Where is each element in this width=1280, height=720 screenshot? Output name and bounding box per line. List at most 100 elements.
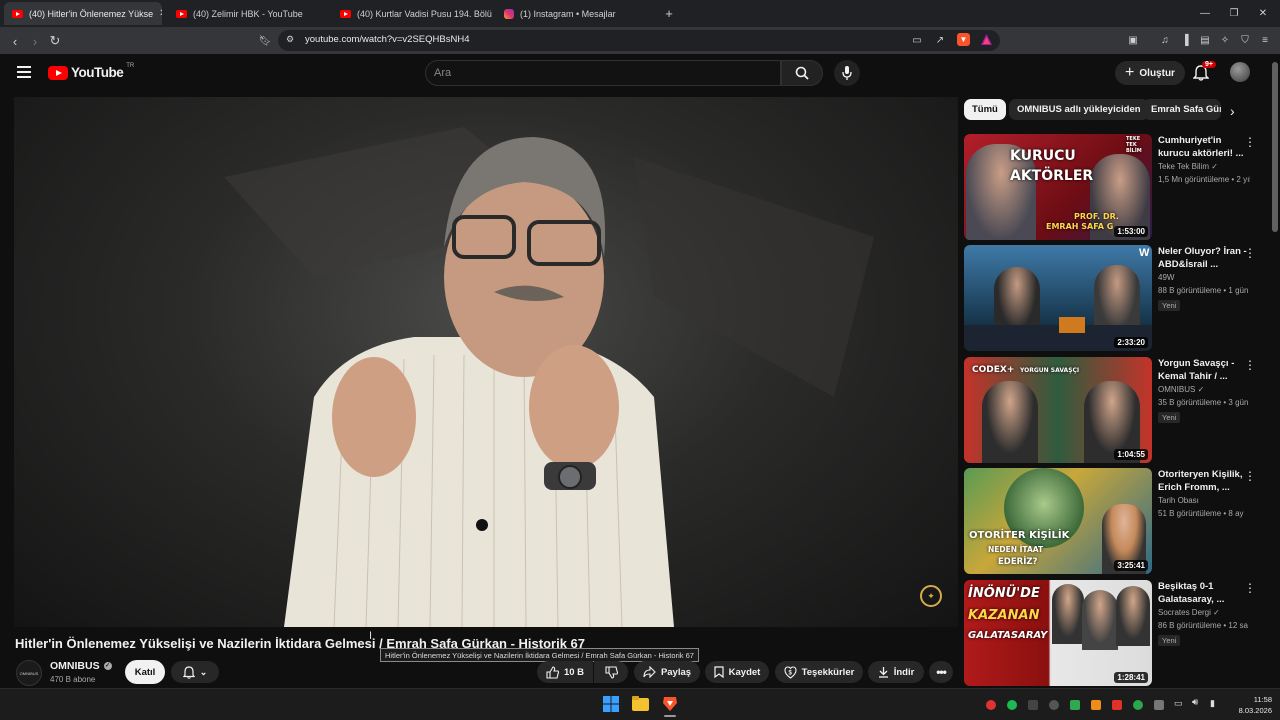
sidebar-toggle-icon[interactable]: ▣ (1126, 33, 1140, 47)
cast-icon[interactable]: ▭ (910, 33, 924, 47)
brave-rewards-icon[interactable] (980, 33, 993, 46)
brave-browser-icon[interactable] (662, 695, 678, 712)
thumbnail-text: CODEX+ (972, 365, 1015, 375)
reading-list-icon[interactable]: ▐ (1178, 33, 1192, 47)
download-button[interactable]: İndir (868, 661, 924, 683)
leo-ai-icon[interactable]: ✧ (1218, 33, 1232, 47)
reload-icon[interactable]: ↻ (46, 32, 64, 50)
tray-app-icon[interactable] (1049, 700, 1059, 710)
tab-hitler-video[interactable]: (40) Hitler'in Önlenemez Yükse ✕ (4, 2, 162, 25)
search-input[interactable] (425, 60, 781, 86)
more-vertical-icon[interactable]: ⋮ (1244, 247, 1256, 261)
more-vertical-icon[interactable]: ⋮ (1244, 359, 1256, 373)
recommendation-title[interactable]: Neler Oluyor? İran - ABD&İsrail ... (1158, 245, 1248, 271)
video-thumbnail[interactable]: W 2:33:20 (964, 245, 1152, 351)
channel-name-link[interactable]: OMNIBUS ✓ (50, 660, 112, 672)
tab-instagram[interactable]: (1) Instagram • Mesajlar (496, 2, 656, 25)
wallet-icon[interactable]: ▤ (1198, 33, 1212, 47)
page-scrollbar[interactable] (1272, 62, 1278, 232)
recommendation-channel[interactable]: 49W (1158, 273, 1174, 282)
video-thumbnail[interactable]: OTORİTER KİŞİLİK NEDEN İTAAT EDERİZ? 3:2… (964, 468, 1152, 574)
like-button[interactable]: 10 B (537, 661, 593, 683)
file-explorer-icon[interactable] (632, 696, 649, 711)
join-button[interactable]: Katıl (125, 660, 165, 684)
media-icon[interactable]: ♫ (1158, 33, 1172, 47)
video-thumbnail[interactable]: İNÖNÜ'DE KAZANAN GALATASARAY 1:28:41 (964, 580, 1152, 686)
menu-icon[interactable]: ≡ (1258, 33, 1272, 47)
forward-icon[interactable]: › (26, 32, 44, 50)
system-clock[interactable]: 11:58 8.03.2026 (1232, 694, 1272, 716)
recommendation-item[interactable]: CODEX+ YORGUN SAVAŞÇI 1:04:55 Yorgun Sav… (964, 357, 1264, 463)
thumbnail-text: OTORİTER KİŞİLİK (969, 530, 1070, 541)
more-vertical-icon[interactable]: ⋮ (1244, 136, 1256, 150)
search-button[interactable] (781, 60, 823, 86)
thanks-button[interactable]: $ Teşekkürler (775, 661, 863, 683)
bookmark-icon[interactable]: 🔖︎ (256, 32, 274, 50)
restore-icon[interactable]: ❐ (1224, 4, 1244, 22)
more-actions-button[interactable]: ••• (929, 661, 953, 683)
region-code: TR (126, 63, 135, 69)
battery-icon[interactable]: ▮ (1210, 698, 1215, 709)
hamburger-menu-icon[interactable] (17, 66, 31, 78)
recommendation-item[interactable]: W 2:33:20 Neler Oluyor? İran - ABD&İsrai… (964, 245, 1264, 351)
tray-app-icon[interactable] (1133, 700, 1143, 710)
tray-app-icon[interactable] (1091, 700, 1101, 710)
recommendation-item[interactable]: İNÖNÜ'DE KAZANAN GALATASARAY 1:28:41 Beş… (964, 580, 1264, 686)
new-tab-button[interactable]: + (659, 4, 679, 22)
chips-next-icon[interactable]: › (1230, 103, 1235, 119)
video-thumbnail[interactable]: CODEX+ YORGUN SAVAŞÇI 1:04:55 (964, 357, 1152, 463)
chip-emrah-safa[interactable]: Emrah Safa Gür (1143, 99, 1221, 120)
thumbnail-text: AKTÖRLER (1010, 168, 1094, 184)
tray-app-icon[interactable] (1070, 700, 1080, 710)
windows-start-icon[interactable] (603, 696, 619, 712)
account-avatar[interactable] (1230, 62, 1250, 82)
tab-zelimir[interactable]: (40) Zelimir HBK - YouTube (168, 2, 328, 25)
tab-close-icon[interactable]: ✕ (159, 8, 162, 19)
share-page-icon[interactable]: ↗ (933, 33, 947, 47)
recommendation-title[interactable]: Otoriteryen Kişilik, Erich Fromm, ... (1158, 468, 1248, 494)
save-button[interactable]: Kaydet (705, 661, 769, 683)
youtube-logo[interactable]: YouTube TR (48, 63, 135, 80)
share-icon (643, 666, 656, 678)
recommendation-channel[interactable]: Socrates Dergi ✓ (1158, 608, 1220, 617)
window-close-icon[interactable]: ✕ (1253, 4, 1273, 22)
channel-avatar[interactable]: OMNIBUS (16, 660, 42, 686)
download-label: İndir (893, 666, 915, 678)
tray-app-icon[interactable] (1028, 700, 1038, 710)
tray-app-icon[interactable] (1007, 700, 1017, 710)
site-info-icon[interactable]: ⚙︎ (286, 34, 294, 45)
chip-from-uploader[interactable]: OMNIBUS adlı yükleyiciden (1009, 99, 1149, 120)
channel-name: OMNIBUS (1158, 385, 1196, 394)
more-vertical-icon[interactable]: ⋮ (1244, 582, 1256, 596)
create-button[interactable]: + Oluştur (1115, 61, 1185, 85)
recommendation-title[interactable]: Yorgun Savaşçı - Kemal Tahir / ... (1158, 357, 1248, 383)
recommendation-channel[interactable]: OMNIBUS ✓ (1158, 385, 1204, 394)
video-thumbnail[interactable]: KURUCU AKTÖRLER PROF. DR. EMRAH SAFA G T… (964, 134, 1152, 240)
share-button[interactable]: Paylaş (634, 661, 700, 683)
tray-app-icon[interactable] (1154, 700, 1164, 710)
channel-watermark-icon[interactable]: ✦ (920, 585, 942, 607)
minimize-icon[interactable]: — (1195, 4, 1215, 22)
recommendation-title[interactable]: Beşiktaş 0-1 Galatasaray, ... (1158, 580, 1248, 606)
chip-all[interactable]: Tümü (964, 99, 1006, 120)
subscription-bell-button[interactable]: ⌄ (171, 661, 219, 683)
recommendation-channel[interactable]: Tarih Obası (1158, 496, 1199, 505)
dislike-button[interactable] (594, 661, 628, 683)
brave-shields-icon[interactable]: ▼ (957, 33, 970, 46)
voice-search-button[interactable] (834, 60, 860, 86)
recommendation-title[interactable]: Cumhuriyet'in kurucu aktörleri! ... (1158, 134, 1248, 160)
vpn-icon[interactable]: ⛉ (1238, 33, 1252, 47)
recommendation-channel[interactable]: Teke Tek Bilim ✓ (1158, 162, 1218, 171)
notifications-button[interactable]: 9+ (1193, 61, 1216, 82)
url-text[interactable]: youtube.com/watch?v=v2SEQHBsNH4 (305, 34, 469, 45)
network-icon[interactable]: ▭ (1174, 698, 1183, 709)
back-icon[interactable]: ‹ (6, 32, 24, 50)
recommendation-item[interactable]: OTORİTER KİŞİLİK NEDEN İTAAT EDERİZ? 3:2… (964, 468, 1264, 574)
tray-app-icon[interactable] (986, 700, 996, 710)
video-player[interactable]: ✦ (14, 97, 958, 627)
tray-app-icon[interactable] (1112, 700, 1122, 710)
recommendation-item[interactable]: KURUCU AKTÖRLER PROF. DR. EMRAH SAFA G T… (964, 134, 1264, 240)
more-vertical-icon[interactable]: ⋮ (1244, 470, 1256, 484)
tab-kurtlar-vadisi[interactable]: (40) Kurtlar Vadisi Pusu 194. Bölüm (332, 2, 492, 25)
volume-icon[interactable]: 🔊︎ (1192, 697, 1198, 708)
